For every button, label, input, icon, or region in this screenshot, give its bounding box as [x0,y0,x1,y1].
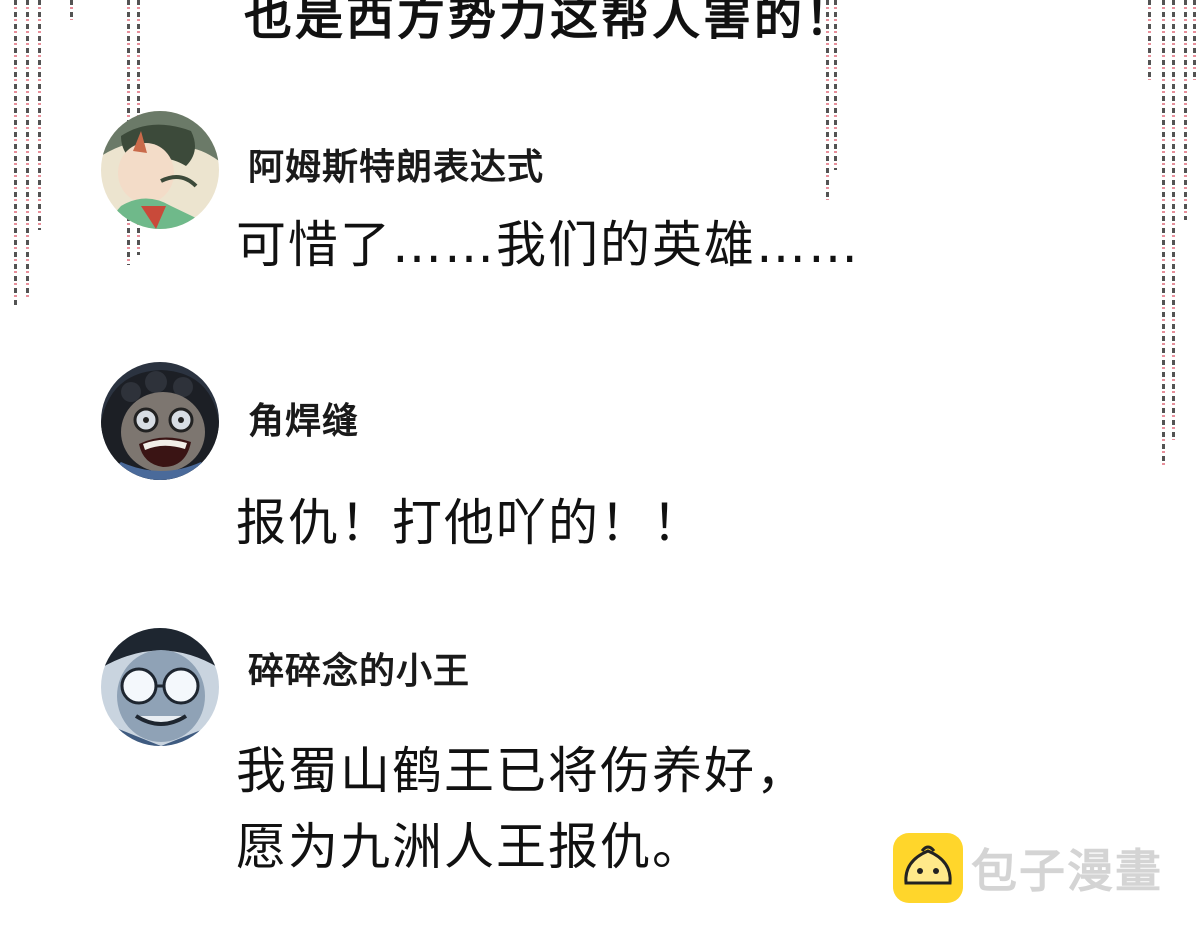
glasses-grin-avatar[interactable] [101,628,219,746]
glitch-streak [1148,0,1151,80]
glitch-streak [1193,0,1196,80]
glitch-streak [70,0,73,20]
glitch-streak [26,0,29,300]
glitch-streak [1162,0,1165,465]
glitch-streak [1172,0,1175,440]
comment-username: 阿姆斯特朗表达式 [248,147,545,188]
glitch-streak [14,0,17,305]
shouting-curly-hair-avatar[interactable] [101,362,219,480]
comment-username: 角焊缝 [248,401,360,442]
comment-message-line: 我蜀山鹤王已将伤养好， [236,742,808,800]
comment-message-line: 报仇！打他吖的！！ [236,494,704,552]
glitch-streak [1184,0,1187,220]
top-caption: 也是西方势力这帮人害的！ [244,0,857,46]
watermark: 包子漫畫 [893,832,1163,904]
green-robed-character-avatar[interactable] [101,111,219,229]
comment-message-line: 可惜了……我们的英雄…… [236,216,860,274]
glitch-streak [38,0,41,230]
steamed-bun-icon [893,833,963,903]
comment-username: 碎碎念的小王 [248,651,471,692]
watermark-text: 包子漫畫 [971,844,1163,898]
comment-message-line: 愿为九洲人王报仇。 [236,818,704,876]
